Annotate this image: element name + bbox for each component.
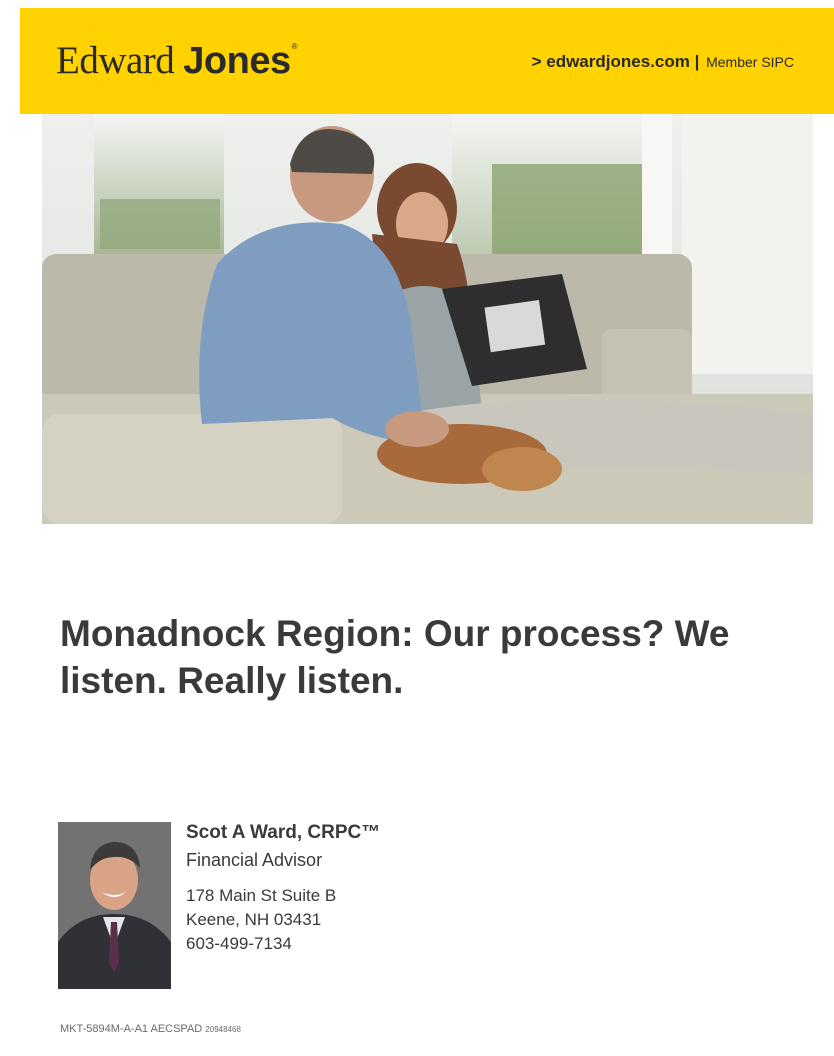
brand-header: Edward Jones ® > edwardjones.com | Membe… xyxy=(20,8,834,114)
advisor-headshot xyxy=(58,822,171,989)
advisor-phone[interactable]: 603-499-7134 xyxy=(186,932,380,956)
registered-mark: ® xyxy=(291,42,298,51)
hero-illustration xyxy=(42,114,813,524)
advisor-headshot-illustration xyxy=(58,822,171,989)
logo-word-edward: Edward xyxy=(56,39,175,82)
advisor-name: Scot A Ward, CRPC™ xyxy=(186,822,381,843)
address-line-2: Keene, NH 03431 xyxy=(186,910,322,929)
marketing-code: MKT-5894M-A-A1 AECSPAD xyxy=(60,1023,203,1035)
advisor-title: Financial Advisor xyxy=(186,850,323,870)
advisor-info: Scot A Ward, CRPC™ Financial Advisor 178… xyxy=(186,820,380,956)
header-links: > edwardjones.com | Member SIPC xyxy=(532,52,794,72)
header-separator: | xyxy=(694,52,700,71)
page-headline: Monadnock Region: Our process? We listen… xyxy=(60,613,730,701)
footer-code: MKT-5894M-A-A1 AECSPAD 20948468 xyxy=(60,1023,241,1035)
logo-word-jones: Jones xyxy=(183,40,291,82)
address-line-1: 178 Main St Suite B xyxy=(186,886,337,905)
edward-jones-logo[interactable]: Edward Jones ® xyxy=(56,38,298,88)
website-link[interactable]: > edwardjones.com xyxy=(532,52,690,71)
hero-photo xyxy=(42,114,813,524)
marketing-code-number: 20948468 xyxy=(205,1025,241,1034)
member-sipc-text: Member SIPC xyxy=(706,54,794,70)
advisor-address: 178 Main St Suite B Keene, NH 03431 603-… xyxy=(186,884,380,956)
